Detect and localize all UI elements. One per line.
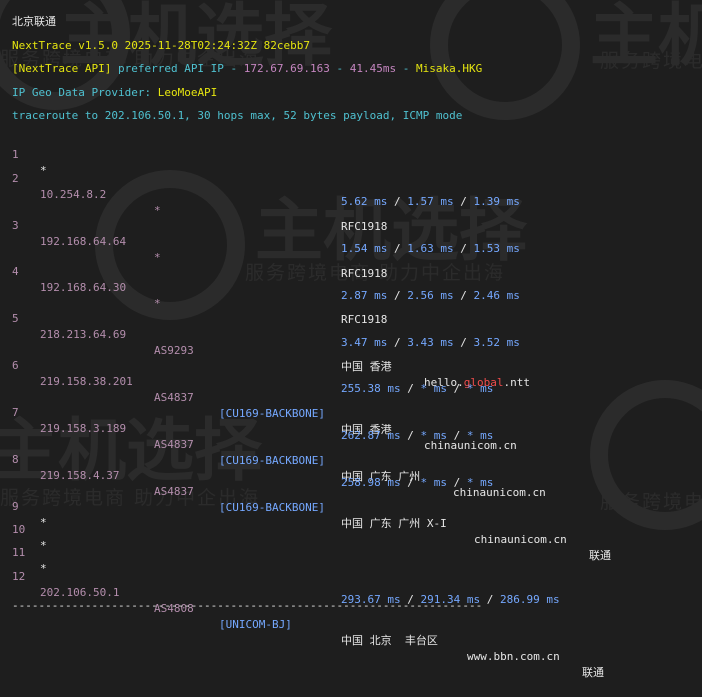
version-line: NextTrace v1.5.0 2025-11-28T02:24:32Z 82… [12, 39, 311, 52]
hop-geo: 中国 北京 丰台区 [341, 634, 438, 647]
hop-rtt-row: 5.62 ms / 1.57 ms / 1.39 ms [341, 195, 520, 208]
api-tag: [NextTrace API] [12, 62, 112, 75]
hop-rtt-row: 2.87 ms / 2.56 ms / 2.46 ms [341, 289, 520, 302]
hop-row: 11 * [12, 529, 692, 575]
hop-row: 12 202.106.50.1 AS4808 [UNICOM-BJ] 中国 北京… [12, 553, 692, 679]
terminal-output: 北京联通 NextTrace v1.5.0 2025-11-28T02:24:3… [12, 0, 702, 679]
rtt-3: 286.99 ms [499, 593, 560, 606]
api-latency: 41.45ms [349, 62, 397, 75]
api-line: [NextTrace API] preferred API IP - 172.6… [12, 62, 483, 75]
hop-row: 9 * [12, 483, 692, 529]
hop-row: 8 219.158.4.37 AS4837 [CU169-BACKBONE] 中… [12, 436, 692, 562]
hop-row: 1 * [12, 131, 692, 177]
hop-row: 6 219.158.38.201 AS4837 [CU169-BACKBONE]… [12, 342, 692, 452]
hop-row: 7 219.158.3.189 AS4837 [CU169-BACKBONE] … [12, 389, 692, 499]
traceroute-line: traceroute to 202.106.50.1, 30 hops max,… [12, 109, 463, 122]
hop-rtt-row: 262.87 ms / * ms / * ms [341, 429, 494, 442]
hop-rtt-row: 258.98 ms / * ms / * ms [341, 476, 494, 489]
region-title: 北京联通 [12, 15, 56, 28]
hop-tag: [UNICOM-BJ] [219, 618, 292, 631]
hop-rtt-row: 1.54 ms / 1.63 ms / 1.53 ms [341, 242, 520, 255]
geo-value: LeoMoeAPI [157, 86, 218, 99]
hop-row: 2 10.254.8.2 * RFC1918 [12, 155, 692, 233]
hop-rtt-row: 293.67 ms / 291.34 ms / 286.99 ms [341, 593, 560, 606]
hop-rtt-row: 3.47 ms / 3.43 ms / 3.52 ms [341, 336, 520, 349]
hop-isp: 联通 [582, 666, 604, 679]
hop-row: 5 218.213.64.69 AS9293 中国 香港 hello.globa… [12, 295, 692, 389]
api-ip: 172.67.69.163 [243, 62, 330, 75]
hop-row: 4 192.168.64.30 * RFC1918 [12, 248, 692, 326]
hop-rtt-row: 255.38 ms / * ms / * ms [341, 382, 494, 395]
hop-hostname: www.bbn.com.cn [467, 650, 560, 663]
geo-provider-line: IP Geo Data Provider: LeoMoeAPI [12, 85, 217, 101]
hop-row: 3 192.168.64.64 * RFC1918 [12, 202, 692, 280]
hop-row: 10 * [12, 506, 692, 552]
api-node: Misaka.HKG [416, 62, 483, 75]
geo-label: IP Geo Data Provider: [12, 86, 152, 99]
separator-line: ----------------------------------------… [12, 599, 483, 612]
api-text: preferred API IP - [111, 62, 244, 75]
